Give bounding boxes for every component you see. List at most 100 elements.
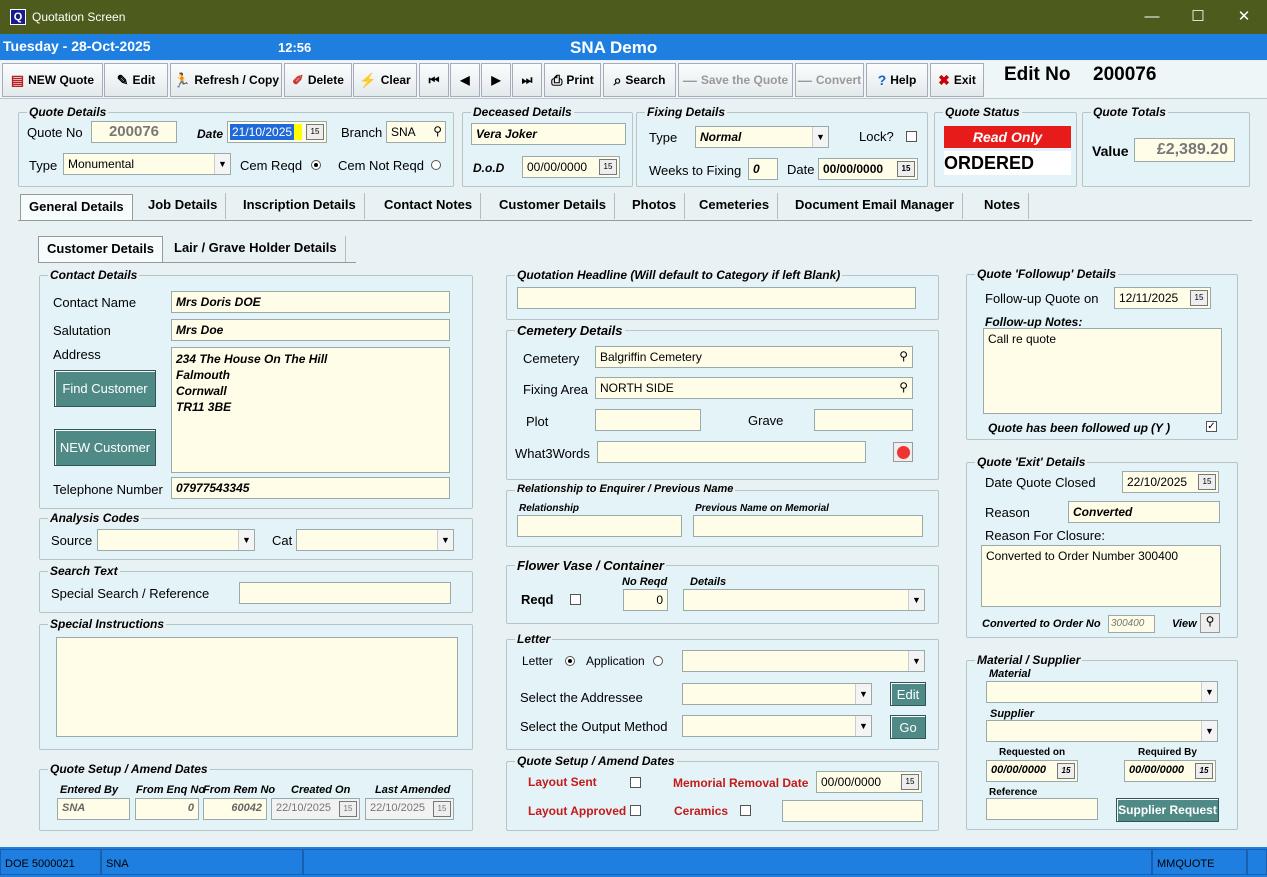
tab-cemeteries[interactable]: Cemeteries — [691, 193, 779, 219]
relationship-field[interactable] — [517, 515, 682, 537]
application-radio[interactable] — [653, 656, 663, 666]
contact-name-field[interactable]: Mrs Doris DOE — [171, 291, 450, 313]
headline-field[interactable] — [517, 287, 916, 309]
fixing-type-select[interactable]: Normal ▼ — [695, 126, 829, 148]
view-binoculars-icon[interactable]: ⚲ — [1200, 613, 1220, 633]
minimize-icon[interactable]: — — [1129, 0, 1175, 34]
addressee-select[interactable]: ▼ — [682, 683, 872, 705]
binoculars-icon[interactable]: ⚲ — [899, 380, 908, 394]
exit-button[interactable]: ✖ Exit — [930, 63, 984, 97]
required-by-label: Required By — [1138, 747, 1197, 758]
quote-date-field[interactable]: 21/10/2025 15 — [227, 121, 327, 143]
edit-button[interactable]: ✎ Edit — [104, 63, 168, 97]
delete-button[interactable]: ✐ Delete — [284, 63, 352, 97]
refresh-copy-button[interactable]: 🏃 Refresh / Copy — [170, 63, 282, 97]
material-select[interactable]: ▼ — [986, 681, 1218, 703]
prev-record-button[interactable]: ◀ — [450, 63, 480, 97]
layout-sent-checkbox[interactable] — [630, 777, 641, 788]
tab-inscription-details[interactable]: Inscription Details — [235, 193, 365, 219]
save-quote-button[interactable]: ― Save the Quote — [678, 63, 793, 97]
lock-checkbox[interactable] — [906, 131, 917, 142]
reference-field[interactable] — [986, 798, 1098, 820]
binoculars-icon[interactable]: ⚲ — [433, 124, 442, 138]
branch-field[interactable]: SNA ⚲ — [386, 121, 446, 143]
supplier-request-button[interactable]: Supplier Request — [1116, 798, 1219, 822]
cem-reqd-radio[interactable] — [311, 160, 321, 170]
fixing-date-field[interactable]: 00/00/0000 15 — [818, 158, 918, 180]
weeks-field[interactable]: 0 — [748, 158, 778, 180]
calendar-icon[interactable]: 15 — [599, 159, 617, 175]
special-search-field[interactable] — [239, 582, 451, 604]
maximize-icon[interactable]: ☐ — [1175, 0, 1221, 34]
next-record-button[interactable]: ▶ — [481, 63, 511, 97]
vase-details-select[interactable]: ▼ — [683, 589, 925, 611]
source-select[interactable]: ▼ — [97, 529, 255, 551]
deceased-name-field[interactable]: Vera Joker — [471, 123, 626, 145]
followup-date-field[interactable]: 12/11/2025 15 — [1114, 287, 1211, 309]
dod-field[interactable]: 00/00/0000 15 — [522, 156, 620, 178]
quote-type-select[interactable]: Monumental ▼ — [63, 153, 231, 175]
new-quote-button[interactable]: ▤ NEW Quote — [2, 63, 103, 97]
last-record-button[interactable]: ⏭ — [512, 63, 542, 97]
search-button[interactable]: ⌕ Search — [603, 63, 676, 97]
close-icon[interactable]: ✕ — [1221, 0, 1267, 34]
output-method-select[interactable]: ▼ — [682, 715, 872, 737]
find-customer-button[interactable]: Find Customer — [54, 370, 156, 407]
address-field[interactable]: 234 The House On The Hill Falmouth Cornw… — [171, 347, 450, 473]
supplier-select[interactable]: ▼ — [986, 720, 1218, 742]
followup-notes-field[interactable]: Call re quote — [983, 328, 1222, 414]
tab-contact-notes[interactable]: Contact Notes — [376, 193, 482, 219]
tab-document-email-manager[interactable]: Document Email Manager — [787, 193, 963, 219]
tab-general-details[interactable]: General Details — [20, 194, 133, 220]
binoculars-icon[interactable]: ⚲ — [899, 349, 908, 363]
plot-field[interactable] — [595, 409, 701, 431]
calendar-icon[interactable]: 15 — [1190, 290, 1208, 306]
reason-field[interactable]: Converted — [1068, 501, 1220, 523]
quote-no-field[interactable]: 200076 — [91, 121, 177, 143]
clear-button[interactable]: ⚡ Clear — [353, 63, 417, 97]
followed-up-checkbox[interactable]: ✓ — [1206, 421, 1217, 432]
letter-go-button[interactable]: Go — [890, 715, 926, 739]
fixing-area-field[interactable]: NORTH SIDE ⚲ — [595, 377, 913, 399]
date-closed-field[interactable]: 22/10/2025 15 — [1122, 471, 1219, 493]
removal-date-field[interactable]: 00/00/0000 15 — [816, 771, 922, 793]
ceramics-field[interactable] — [782, 800, 923, 822]
tab-job-details[interactable]: Job Details — [140, 193, 227, 219]
letter-radio[interactable] — [565, 656, 575, 666]
calendar-icon[interactable]: 15 — [306, 124, 324, 140]
requested-on-field[interactable]: 00/00/0000 15 — [986, 760, 1078, 782]
grave-field[interactable] — [814, 409, 913, 431]
previous-name-field[interactable] — [693, 515, 923, 537]
phone-field[interactable]: 07977543345 — [171, 477, 450, 499]
first-record-button[interactable]: ⏮ — [419, 63, 449, 97]
calendar-icon[interactable]: 15 — [897, 161, 915, 177]
subtab-lair-grave-holder[interactable]: Lair / Grave Holder Details — [166, 236, 346, 262]
reason-closure-field[interactable]: Converted to Order Number 300400 — [981, 545, 1221, 607]
salutation-field[interactable]: Mrs Doe — [171, 319, 450, 341]
subtab-customer-details[interactable]: Customer Details — [38, 236, 163, 262]
layout-approved-checkbox[interactable] — [630, 805, 641, 816]
calendar-icon[interactable]: 15 — [1198, 474, 1216, 490]
convert-button[interactable]: ― Convert — [795, 63, 864, 97]
special-instructions-field[interactable] — [56, 637, 458, 737]
vase-reqd-checkbox[interactable] — [570, 594, 581, 605]
new-customer-button[interactable]: NEW Customer — [54, 429, 156, 466]
cat-select[interactable]: ▼ — [296, 529, 454, 551]
calendar-icon[interactable]: 15 — [901, 774, 919, 790]
required-by-field[interactable]: 00/00/0000 15 — [1124, 760, 1216, 782]
tab-notes[interactable]: Notes — [976, 193, 1030, 219]
calendar-icon[interactable]: 15 — [1195, 763, 1213, 779]
help-button[interactable]: ? Help — [866, 63, 928, 97]
letter-edit-button[interactable]: Edit — [890, 682, 926, 706]
map-pin-icon[interactable] — [893, 442, 913, 462]
letter-template-select[interactable]: ▼ — [682, 650, 925, 672]
ceramics-checkbox[interactable] — [740, 805, 751, 816]
no-reqd-field[interactable]: 0 — [623, 589, 668, 611]
cemetery-field[interactable]: Balgriffin Cemetery ⚲ — [595, 346, 913, 368]
calendar-icon[interactable]: 15 — [1057, 763, 1075, 779]
tab-photos[interactable]: Photos — [624, 193, 686, 219]
cem-not-reqd-radio[interactable] — [431, 160, 441, 170]
print-button[interactable]: ⎙ Print — [544, 63, 601, 97]
tab-customer-details[interactable]: Customer Details — [491, 193, 615, 219]
what3words-field[interactable] — [597, 441, 866, 463]
